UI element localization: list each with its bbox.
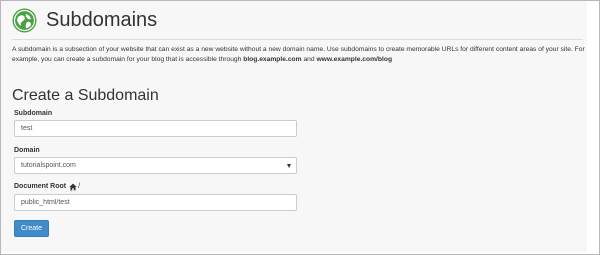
example-subdomain-url: blog.example.com — [243, 56, 302, 63]
subdomain-input[interactable] — [14, 120, 297, 137]
subdomains-page: Subdomains A subdomain is a subsection o… — [1, 1, 587, 252]
home-icon — [69, 183, 77, 191]
domain-select[interactable]: tutorialspoint.com — [14, 157, 297, 174]
page-title: Subdomains — [46, 9, 158, 31]
create-button[interactable]: Create — [14, 220, 49, 237]
subdomain-label: Subdomain — [14, 110, 53, 117]
example-folder-url: www.example.com/blog — [316, 56, 393, 63]
page-description: A subdomain is a subsection of your webs… — [12, 45, 586, 65]
page-header: Subdomains — [12, 7, 157, 33]
document-root-label-group: Document Root / — [14, 182, 80, 192]
document-root-slash: / — [78, 183, 81, 190]
chevron-down-icon — [287, 164, 291, 168]
document-root-label: Document Root — [14, 183, 67, 190]
domain-selected-value: tutorialspoint.com — [21, 162, 76, 169]
scrollbar-gutter — [587, 1, 598, 252]
document-root-input[interactable] — [14, 194, 297, 211]
form-title: Create a Subdomain — [12, 87, 159, 104]
subdomains-globe-icon — [12, 8, 37, 32]
domain-label: Domain — [14, 147, 40, 154]
description-text-and: and — [301, 56, 317, 63]
header-divider — [12, 39, 583, 40]
